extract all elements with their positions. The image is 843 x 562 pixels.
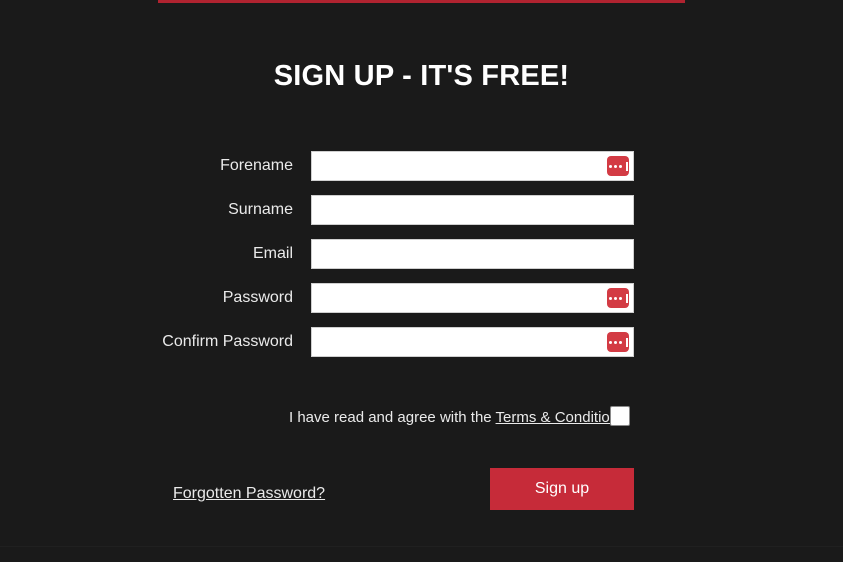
terms-text: I have read and agree with the Terms & C… (289, 408, 626, 428)
terms-and-conditions-link[interactable]: Terms & Conditions (496, 409, 626, 426)
terms-agree-checkbox[interactable] (610, 406, 630, 426)
field-label: Email (252, 245, 293, 262)
input-password[interactable] (318, 284, 603, 312)
terms-prefix-label: I have read and agree with the (289, 409, 496, 426)
form-row: Confirm Password (0, 327, 843, 371)
pm-dot (608, 340, 612, 344)
form-row: Password (0, 283, 843, 327)
input-confirm-password[interactable] (318, 328, 603, 356)
field-surname[interactable] (311, 195, 634, 225)
password-manager-icon[interactable] (607, 288, 629, 308)
field-label: Password (222, 289, 293, 306)
form-row: Surname (0, 195, 843, 239)
forgotten-password-link[interactable]: Forgotten Password? (173, 484, 325, 504)
field-label: Confirm Password (162, 333, 293, 350)
input-surname[interactable] (318, 196, 603, 224)
pm-dot (608, 296, 612, 300)
signup-page: SIGN UP - IT'S FREE! Forename Surname Emai… (0, 0, 843, 562)
pm-dot (613, 164, 617, 168)
signup-button[interactable]: Sign up (490, 468, 634, 510)
pm-caret (625, 293, 628, 303)
bottom-divider (0, 546, 843, 547)
field-label: Surname (228, 201, 293, 218)
field-confirm-password[interactable] (311, 327, 634, 357)
top-accent-rule (158, 0, 685, 3)
pm-dot (618, 340, 622, 344)
page-title: SIGN UP - IT'S FREE! (273, 60, 570, 92)
pm-caret (625, 161, 628, 171)
signup-form: Forename Surname Email Password Confirm Pass… (0, 151, 843, 371)
password-manager-icon[interactable] (607, 332, 629, 352)
terms-row: I have read and agree with the Terms & C… (0, 406, 843, 430)
pm-dot (608, 164, 612, 168)
field-email[interactable] (311, 239, 634, 269)
pm-dot (613, 340, 617, 344)
input-email[interactable] (318, 240, 603, 268)
password-manager-icon[interactable] (607, 156, 629, 176)
field-password[interactable] (311, 283, 634, 313)
input-forename[interactable] (318, 152, 603, 180)
form-row: Forename (0, 151, 843, 195)
pm-dot (618, 296, 622, 300)
pm-dot (618, 164, 622, 168)
pm-dot (613, 296, 617, 300)
pm-caret (625, 337, 628, 347)
field-label: Forename (220, 157, 293, 174)
form-row: Email (0, 239, 843, 283)
field-forename[interactable] (311, 151, 634, 181)
